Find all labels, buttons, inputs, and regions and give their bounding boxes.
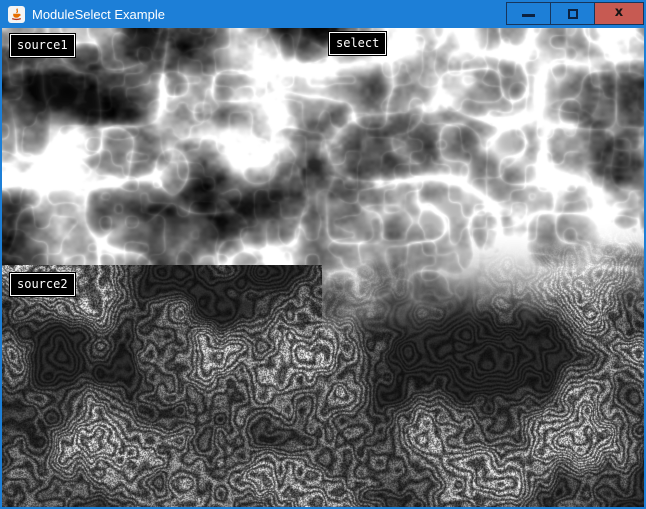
- label-source1: source1: [10, 34, 75, 57]
- source2-render-canvas: [2, 265, 322, 507]
- close-icon: x: [615, 6, 623, 19]
- app-window: ModuleSelect Example x source1 select so…: [0, 0, 646, 509]
- maximize-button[interactable]: [550, 2, 595, 25]
- window-controls: x: [506, 2, 644, 25]
- close-button[interactable]: x: [594, 2, 644, 25]
- label-source2-text: source2: [17, 277, 68, 291]
- label-source2: source2: [10, 273, 75, 296]
- label-select: select: [329, 32, 386, 55]
- window-title: ModuleSelect Example: [32, 7, 165, 22]
- label-source1-text: source1: [17, 38, 68, 52]
- render-area: source1 select source2: [2, 28, 644, 507]
- maximize-icon: [568, 9, 578, 19]
- java-icon: [8, 6, 25, 23]
- minimize-icon: [522, 14, 535, 17]
- titlebar[interactable]: ModuleSelect Example x: [0, 0, 646, 28]
- minimize-button[interactable]: [506, 2, 551, 25]
- source1-render-canvas: [2, 28, 322, 265]
- label-select-text: select: [336, 36, 379, 50]
